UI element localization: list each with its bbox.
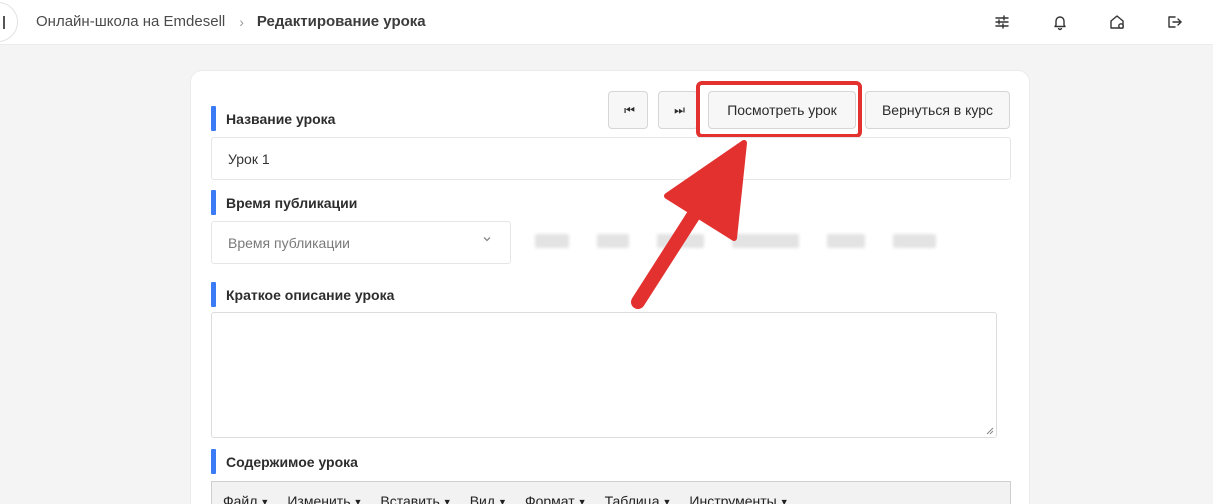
editor-menu-label: Файл	[223, 493, 258, 504]
section-accent-bar	[211, 190, 216, 215]
editor-menubar: Файл ▼ Изменить ▼ Вставить ▼ Вид ▼ Формат ▼ Т…	[211, 481, 1011, 504]
short-description-textarea[interactable]	[211, 312, 997, 438]
sliders-icon[interactable]	[992, 12, 1012, 32]
resize-handle-icon[interactable]	[986, 427, 994, 435]
sidebar-toggle-button[interactable]	[0, 2, 18, 42]
editor-menu-label: Таблица	[604, 493, 660, 504]
breadcrumb: Онлайн-школа на Emdesell › Редактировани…	[36, 13, 426, 30]
caret-down-icon: ▼	[260, 497, 270, 504]
next-lesson-button[interactable]: ⏭	[658, 91, 698, 129]
logout-icon[interactable]	[1164, 12, 1184, 32]
section-accent-bar	[211, 449, 216, 474]
editor-menu-format[interactable]: Формат ▼	[525, 493, 587, 504]
menu-icon	[3, 16, 5, 29]
caret-down-icon: ▼	[353, 497, 363, 504]
lesson-title-input[interactable]: Урок 1	[211, 137, 1011, 180]
chevron-down-icon	[483, 237, 491, 242]
editor-menu-table[interactable]: Таблица ▼	[605, 493, 672, 504]
editor-menu-view[interactable]: Вид ▼	[470, 493, 507, 504]
annotation-arrow-icon	[631, 140, 747, 309]
lesson-title-label-text: Название урока	[226, 110, 336, 127]
editor-menu-insert[interactable]: Вставить ▼	[380, 493, 451, 504]
publish-time-placeholder: Время публикации	[228, 234, 351, 251]
back-to-course-button[interactable]: Вернуться в курс	[865, 91, 1010, 129]
caret-down-icon: ▼	[498, 497, 507, 504]
breadcrumb-link-school[interactable]: Онлайн-школа на Emdesell	[36, 13, 225, 30]
editor-menu-label: Вставить	[380, 493, 440, 504]
caret-down-icon: ▼	[577, 497, 587, 504]
lesson-edit-card: Название урока ⏮ ⏭ Посмотреть урок Верну…	[190, 70, 1030, 504]
editor-menu-label: Формат	[524, 493, 575, 504]
lesson-title-label: Название урока	[211, 106, 335, 131]
caret-down-icon: ▼	[442, 497, 452, 504]
caret-down-icon: ▼	[662, 497, 672, 504]
caret-down-icon: ▼	[779, 497, 789, 504]
previous-lesson-button[interactable]: ⏮	[608, 91, 648, 129]
publish-time-label: Время публикации	[211, 190, 357, 215]
publish-time-select[interactable]: Время публикации	[211, 221, 511, 264]
editor-menu-edit[interactable]: Изменить ▼	[287, 493, 362, 504]
editor-menu-tools[interactable]: Инструменты ▼	[689, 493, 788, 504]
editor-menu-label: Изменить	[287, 493, 351, 504]
home-settings-icon[interactable]	[1107, 12, 1127, 32]
editor-menu-file[interactable]: Файл ▼	[223, 493, 269, 504]
top-bar: Онлайн-школа на Emdesell › Редактировани…	[0, 0, 1213, 45]
editor-menu-label: Инструменты	[689, 493, 777, 504]
short-description-label: Краткое описание урока	[211, 282, 394, 307]
section-accent-bar	[211, 282, 216, 307]
lesson-content-label: Содержимое урока	[211, 449, 358, 474]
breadcrumb-current: Редактирование урока	[256, 13, 426, 30]
bell-icon[interactable]	[1050, 12, 1070, 32]
publish-time-label-text: Время публикации	[226, 194, 358, 211]
lesson-content-label-text: Содержимое урока	[226, 453, 358, 470]
editor-menu-label: Вид	[469, 493, 496, 504]
breadcrumb-separator: ›	[239, 13, 244, 30]
section-accent-bar	[211, 106, 216, 131]
short-description-label-text: Краткое описание урока	[226, 286, 395, 303]
